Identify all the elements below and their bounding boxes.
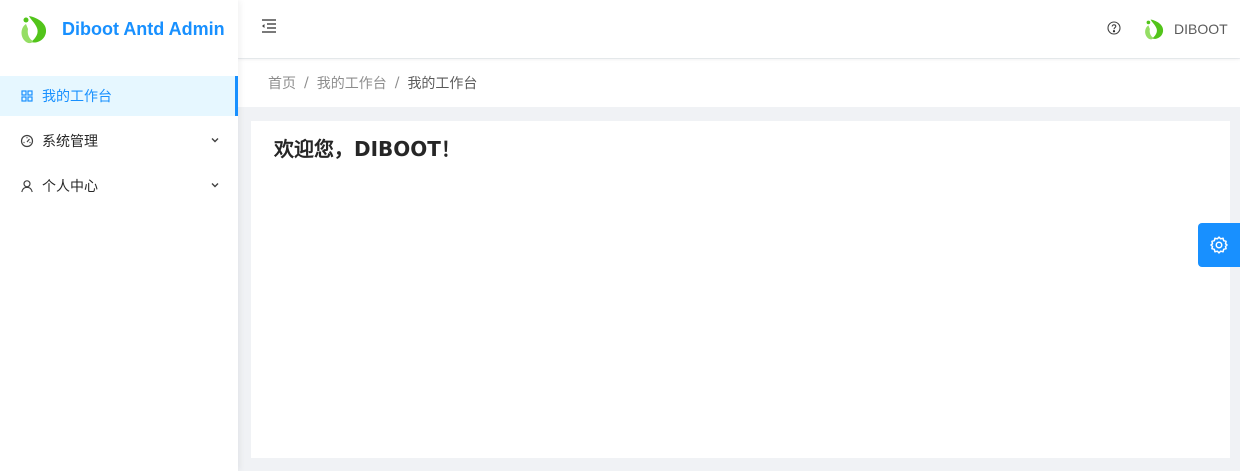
diboot-logo-icon [21,16,47,44]
chevron-down-icon [210,135,220,145]
app-logo[interactable]: Diboot Antd Admin [0,0,238,58]
main-content: 欢迎您，DIBOOT！ [251,121,1230,458]
breadcrumb-current: 我的工作台 [407,76,478,92]
breadcrumb-workbench[interactable]: 我的工作台 [317,73,387,93]
settings-drawer-button[interactable] [1198,223,1240,267]
sidebar-item-label: 个人中心 [42,179,98,195]
sidebar-item-personal-center[interactable]: 个人中心 [0,166,238,206]
breadcrumb-separator: / [394,75,400,91]
dashboard-grid-icon [20,89,34,103]
sidebar-item-label: 系统管理 [42,134,98,150]
sidebar-menu: 我的工作台 系统管理 个人中心 [0,76,238,206]
sidebar: Diboot Antd Admin 我的工作台 系统管理 个人中心 [0,0,238,471]
sidebar-item-label: 我的工作台 [42,89,112,105]
menu-fold-icon[interactable] [260,17,278,35]
user-icon [20,179,34,193]
breadcrumb: 首页 / 我的工作台 / 我的工作台 [238,59,1240,107]
user-menu[interactable]: DIBOOT [1144,17,1228,41]
breadcrumb-separator: / [304,75,309,91]
welcome-message: 欢迎您，DIBOOT！ [274,137,461,161]
gauge-icon [20,134,34,148]
user-name: DIBOOT [1174,21,1228,37]
breadcrumb-home[interactable]: 首页 [268,73,296,93]
sidebar-item-system[interactable]: 系统管理 [0,121,238,161]
app-title: Diboot Antd Admin [62,18,225,39]
question-circle-icon[interactable] [1107,21,1121,35]
top-header: DIBOOT [238,0,1240,58]
avatar [1145,19,1164,40]
sidebar-item-workbench[interactable]: 我的工作台 [0,76,238,116]
gear-icon [1210,236,1228,254]
chevron-down-icon [210,180,220,190]
